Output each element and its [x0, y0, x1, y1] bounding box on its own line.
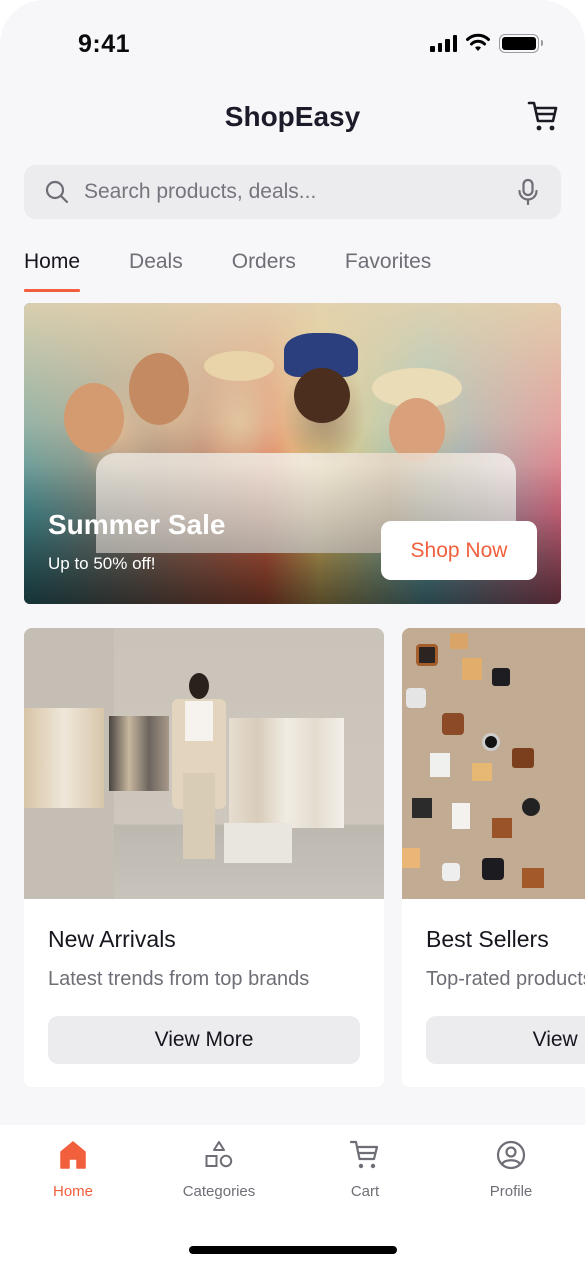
- hero-figure: [129, 353, 189, 425]
- view-more-button[interactable]: View More: [426, 1016, 585, 1064]
- cellular-signal-icon: [430, 34, 457, 52]
- tab-orders[interactable]: Orders: [232, 248, 296, 292]
- cart-icon: [349, 1140, 379, 1169]
- clothing-rack: [24, 708, 104, 808]
- cart-icon[interactable]: [527, 99, 559, 133]
- home-indicator[interactable]: [189, 1246, 397, 1254]
- hero-subtitle: Up to 50% off!: [48, 554, 156, 573]
- app-header: ShopEasy: [0, 95, 585, 143]
- status-time: 9:41: [78, 30, 131, 58]
- nav-label: Categories: [182, 1183, 256, 1200]
- category-carousel[interactable]: New Arrivals Latest trends from top bran…: [24, 628, 585, 1088]
- bottom-navigation: Home Categories Cart Profile: [0, 1125, 585, 1266]
- tab-deals[interactable]: Deals: [129, 248, 183, 292]
- shop-now-button[interactable]: Shop Now: [381, 521, 537, 580]
- new-arrivals-image: [24, 628, 384, 899]
- card-description: Top-rated products: [426, 968, 585, 990]
- wifi-icon: [466, 33, 490, 51]
- card-description: Latest trends from top brands: [48, 968, 310, 990]
- clothing-rack: [229, 718, 344, 828]
- profile-icon: [496, 1140, 526, 1170]
- card-best-sellers[interactable]: Best Sellers Top-rated products View Mor…: [402, 628, 585, 1087]
- view-more-button[interactable]: View More: [48, 1016, 360, 1064]
- search-bar: [24, 165, 561, 219]
- hero-figure: [294, 368, 350, 423]
- status-icons: [430, 33, 543, 53]
- nav-label: Profile: [489, 1183, 533, 1200]
- hero-banner[interactable]: Summer Sale Up to 50% off! Shop Now: [24, 303, 561, 604]
- hero-figure: [64, 383, 124, 453]
- clothing-rack: [109, 716, 169, 791]
- card-title: Best Sellers: [426, 926, 549, 952]
- nav-label: Home: [52, 1183, 93, 1200]
- card-new-arrivals[interactable]: New Arrivals Latest trends from top bran…: [24, 628, 384, 1087]
- hero-figure: [204, 351, 274, 381]
- display-plinth: [224, 823, 292, 863]
- tab-favorites[interactable]: Favorites: [345, 248, 431, 292]
- tab-home[interactable]: Home: [24, 248, 81, 292]
- nav-label: Cart: [350, 1183, 380, 1200]
- search-icon: [45, 180, 69, 204]
- nav-cart[interactable]: Cart: [305, 1139, 425, 1200]
- microphone-icon[interactable]: [515, 178, 541, 206]
- card-title: New Arrivals: [48, 926, 176, 952]
- hero-title: Summer Sale: [48, 509, 226, 540]
- search-input[interactable]: [84, 165, 514, 219]
- home-icon: [60, 1141, 86, 1169]
- nav-profile[interactable]: Profile: [451, 1139, 571, 1200]
- tab-bar: Home Deals Orders Favorites: [24, 248, 585, 292]
- best-sellers-image: [402, 628, 585, 899]
- app-title: ShopEasy: [224, 101, 361, 132]
- nav-categories[interactable]: Categories: [159, 1139, 279, 1200]
- model-figure: [169, 673, 229, 868]
- battery-icon: [499, 33, 543, 53]
- status-bar: 9:41: [0, 0, 585, 80]
- phone-screen: 9:41 ShopEasy Search products, deals... …: [0, 0, 585, 1266]
- shapes-icon: [205, 1141, 233, 1168]
- nav-home[interactable]: Home: [13, 1139, 133, 1200]
